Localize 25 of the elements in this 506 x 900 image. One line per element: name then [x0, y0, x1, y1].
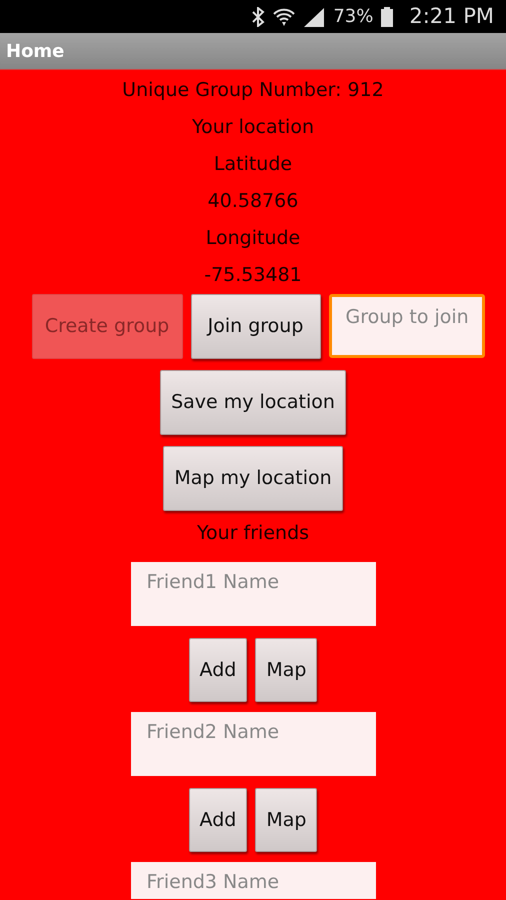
info-text: 40.58766	[208, 189, 298, 214]
bluetooth-icon	[251, 6, 266, 26]
button[interactable]: Add	[188, 788, 248, 852]
battery-level: 73%	[333, 5, 374, 29]
info-text: Longitude	[206, 226, 300, 251]
info-text: Unique Group Number: 912	[122, 78, 384, 103]
wifi-icon	[273, 6, 296, 26]
battery-icon	[381, 6, 394, 26]
section-heading: Your friends	[196, 521, 310, 546]
button[interactable]: Map my location	[163, 446, 343, 511]
input-field[interactable]: Friend1 Name	[130, 562, 376, 626]
input-field[interactable]: Group to join	[328, 294, 484, 358]
info-text: Latitude	[214, 152, 292, 177]
clock: 2:21 PM	[409, 2, 494, 30]
button[interactable]: Map	[255, 788, 318, 852]
info-text: Your location	[192, 115, 314, 140]
button[interactable]: Join group	[190, 294, 320, 359]
button[interactable]: Map	[255, 638, 318, 702]
app-title: Home	[5, 40, 64, 64]
button[interactable]: Add	[188, 638, 248, 702]
input-field[interactable]: Friend2 Name	[130, 712, 376, 776]
input-field[interactable]: Friend3 Name	[130, 862, 376, 899]
button[interactable]: Save my location	[160, 370, 346, 435]
signal-icon	[303, 6, 326, 26]
info-text: -75.53481	[204, 263, 302, 288]
